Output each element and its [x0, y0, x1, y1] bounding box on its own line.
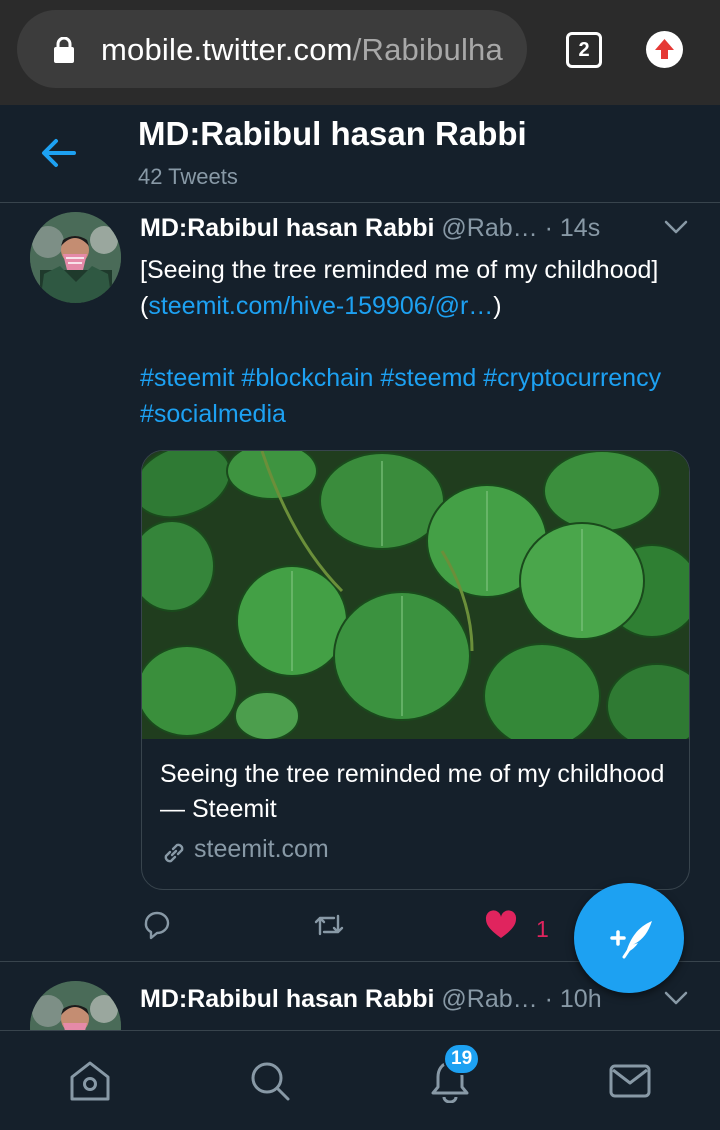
- link-icon: [164, 843, 184, 863]
- tweet-hashtags[interactable]: #steemit #blockchain #steemd #cryptocurr…: [140, 360, 700, 432]
- tweet-text: [Seeing the tree reminded me of my child…: [140, 252, 700, 324]
- separator-dot: ·: [537, 985, 560, 1013]
- reply-icon[interactable]: [140, 908, 174, 942]
- tweet-link[interactable]: steemit.com/hive-159906/@r…: [148, 292, 493, 320]
- link-card[interactable]: Seeing the tree reminded me of my childh…: [141, 450, 690, 890]
- lock-icon: [54, 37, 74, 63]
- tab-switcher-button[interactable]: 2: [566, 32, 602, 68]
- bottom-navigation: 19: [0, 1030, 720, 1130]
- card-image: [142, 451, 689, 749]
- arrow-up-icon: [655, 39, 674, 59]
- chevron-down-icon[interactable]: [664, 220, 688, 234]
- separator-dot: ·: [537, 214, 560, 242]
- compose-tweet-button[interactable]: [574, 883, 684, 993]
- tab-count: 2: [578, 38, 590, 61]
- card-title: Seeing the tree reminded me of my childh…: [160, 760, 665, 823]
- tweet[interactable]: MD:Rabibul hasan Rabbi @Rab… · 14s [Seei…: [0, 204, 720, 962]
- author-handle[interactable]: @Rab…: [441, 214, 537, 242]
- tweet-timestamp[interactable]: 14s: [560, 214, 600, 242]
- author-name[interactable]: MD:Rabibul hasan Rabbi: [140, 214, 434, 242]
- notifications-badge: 19: [443, 1043, 481, 1075]
- avatar-photo: [30, 981, 121, 1030]
- upload-button[interactable]: [646, 31, 683, 68]
- address-bar[interactable]: mobile.twitter.com/Rabibulha: [17, 10, 527, 88]
- like-icon[interactable]: [484, 908, 518, 942]
- browser-toolbar: mobile.twitter.com/Rabibulha 2: [0, 0, 720, 105]
- leaves-photo: [142, 451, 689, 749]
- url-path: /Rabibulha: [352, 32, 503, 67]
- profile-header: MD:Rabibul hasan Rabbi 42 Tweets: [0, 105, 720, 203]
- home-icon[interactable]: [68, 1059, 112, 1103]
- retweet-icon[interactable]: [312, 908, 346, 942]
- author-name[interactable]: MD:Rabibul hasan Rabbi: [140, 985, 434, 1013]
- tweet-header: MD:Rabibul hasan Rabbi @Rab… · 10h: [140, 985, 602, 1014]
- avatar[interactable]: [30, 212, 121, 303]
- search-icon[interactable]: [248, 1059, 292, 1103]
- like-count: 1: [536, 916, 549, 942]
- url-host: mobile.twitter.com: [101, 32, 353, 67]
- avatar-photo: [30, 212, 121, 303]
- url-text: mobile.twitter.com/Rabibulha: [101, 32, 503, 68]
- page-title: MD:Rabibul hasan Rabbi: [138, 115, 527, 152]
- back-arrow-icon[interactable]: [40, 137, 76, 169]
- messages-icon[interactable]: [608, 1059, 652, 1103]
- tweet-header: MD:Rabibul hasan Rabbi @Rab… · 14s: [140, 214, 600, 243]
- compose-feather-icon: [610, 921, 652, 959]
- avatar[interactable]: [30, 981, 121, 1030]
- chevron-down-icon[interactable]: [664, 991, 688, 1005]
- card-domain: steemit.com: [194, 835, 329, 863]
- author-handle[interactable]: @Rab…: [441, 985, 537, 1013]
- tweet-count: 42 Tweets: [138, 164, 238, 189]
- tweet-text-end: ): [493, 292, 502, 320]
